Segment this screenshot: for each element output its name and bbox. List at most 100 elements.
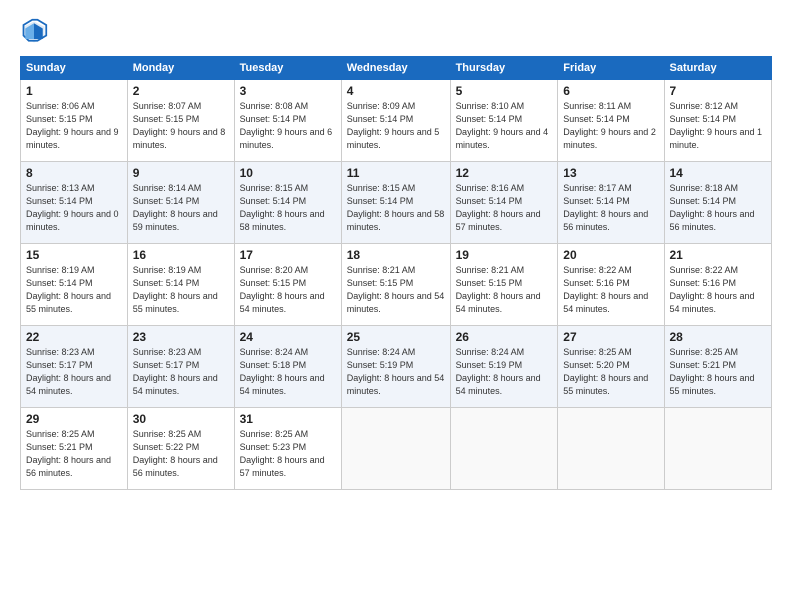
- day-detail: Sunrise: 8:25 AMSunset: 5:22 PMDaylight:…: [133, 428, 229, 480]
- day-detail: Sunrise: 8:25 AMSunset: 5:20 PMDaylight:…: [563, 346, 658, 398]
- day-number: 4: [347, 84, 445, 98]
- logo-icon: [20, 18, 48, 46]
- calendar-cell: 16 Sunrise: 8:19 AMSunset: 5:14 PMDayligh…: [127, 244, 234, 326]
- day-detail: Sunrise: 8:25 AMSunset: 5:23 PMDaylight:…: [240, 428, 336, 480]
- page: SundayMondayTuesdayWednesdayThursdayFrid…: [0, 0, 792, 612]
- day-detail: Sunrise: 8:15 AMSunset: 5:14 PMDaylight:…: [240, 182, 336, 234]
- day-detail: Sunrise: 8:21 AMSunset: 5:15 PMDaylight:…: [456, 264, 553, 316]
- calendar-cell: [664, 408, 772, 490]
- day-detail: Sunrise: 8:24 AMSunset: 5:19 PMDaylight:…: [347, 346, 445, 398]
- weekday-header-sunday: Sunday: [21, 57, 128, 80]
- week-row-2: 8 Sunrise: 8:13 AMSunset: 5:14 PMDaylight…: [21, 162, 772, 244]
- day-number: 15: [26, 248, 122, 262]
- calendar-cell: [341, 408, 450, 490]
- day-detail: Sunrise: 8:23 AMSunset: 5:17 PMDaylight:…: [26, 346, 122, 398]
- calendar-cell: [558, 408, 664, 490]
- day-detail: Sunrise: 8:22 AMSunset: 5:16 PMDaylight:…: [670, 264, 767, 316]
- calendar-cell: 1 Sunrise: 8:06 AMSunset: 5:15 PMDaylight…: [21, 80, 128, 162]
- day-detail: Sunrise: 8:10 AMSunset: 5:14 PMDaylight:…: [456, 100, 553, 152]
- day-number: 20: [563, 248, 658, 262]
- day-number: 11: [347, 166, 445, 180]
- day-detail: Sunrise: 8:25 AMSunset: 5:21 PMDaylight:…: [26, 428, 122, 480]
- calendar-cell: 3 Sunrise: 8:08 AMSunset: 5:14 PMDaylight…: [234, 80, 341, 162]
- calendar-cell: 30 Sunrise: 8:25 AMSunset: 5:22 PMDayligh…: [127, 408, 234, 490]
- day-number: 26: [456, 330, 553, 344]
- weekday-header-friday: Friday: [558, 57, 664, 80]
- day-detail: Sunrise: 8:08 AMSunset: 5:14 PMDaylight:…: [240, 100, 336, 152]
- day-number: 14: [670, 166, 767, 180]
- weekday-header-row: SundayMondayTuesdayWednesdayThursdayFrid…: [21, 57, 772, 80]
- calendar-cell: 7 Sunrise: 8:12 AMSunset: 5:14 PMDaylight…: [664, 80, 772, 162]
- day-detail: Sunrise: 8:11 AMSunset: 5:14 PMDaylight:…: [563, 100, 658, 152]
- day-detail: Sunrise: 8:14 AMSunset: 5:14 PMDaylight:…: [133, 182, 229, 234]
- calendar-cell: 8 Sunrise: 8:13 AMSunset: 5:14 PMDaylight…: [21, 162, 128, 244]
- day-number: 19: [456, 248, 553, 262]
- day-number: 23: [133, 330, 229, 344]
- weekday-header-monday: Monday: [127, 57, 234, 80]
- weekday-header-thursday: Thursday: [450, 57, 558, 80]
- day-number: 6: [563, 84, 658, 98]
- calendar-cell: 9 Sunrise: 8:14 AMSunset: 5:14 PMDaylight…: [127, 162, 234, 244]
- calendar-cell: 31Sunrise: 8:25 AMSunset: 5:23 PMDayligh…: [234, 408, 341, 490]
- week-row-5: 29Sunrise: 8:25 AMSunset: 5:21 PMDayligh…: [21, 408, 772, 490]
- day-detail: Sunrise: 8:07 AMSunset: 5:15 PMDaylight:…: [133, 100, 229, 152]
- day-number: 8: [26, 166, 122, 180]
- day-detail: Sunrise: 8:20 AMSunset: 5:15 PMDaylight:…: [240, 264, 336, 316]
- day-number: 25: [347, 330, 445, 344]
- weekday-header-wednesday: Wednesday: [341, 57, 450, 80]
- weekday-header-saturday: Saturday: [664, 57, 772, 80]
- week-row-4: 22 Sunrise: 8:23 AMSunset: 5:17 PMDayligh…: [21, 326, 772, 408]
- calendar-cell: 14 Sunrise: 8:18 AMSunset: 5:14 PMDayligh…: [664, 162, 772, 244]
- logo: [20, 18, 52, 46]
- day-detail: Sunrise: 8:12 AMSunset: 5:14 PMDaylight:…: [670, 100, 767, 152]
- calendar-cell: 29Sunrise: 8:25 AMSunset: 5:21 PMDayligh…: [21, 408, 128, 490]
- calendar-cell: 26 Sunrise: 8:24 AMSunset: 5:19 PMDayligh…: [450, 326, 558, 408]
- day-detail: Sunrise: 8:23 AMSunset: 5:17 PMDaylight:…: [133, 346, 229, 398]
- day-detail: Sunrise: 8:24 AMSunset: 5:19 PMDaylight:…: [456, 346, 553, 398]
- day-number: 7: [670, 84, 767, 98]
- calendar-cell: 23 Sunrise: 8:23 AMSunset: 5:17 PMDayligh…: [127, 326, 234, 408]
- day-number: 2: [133, 84, 229, 98]
- day-number: 27: [563, 330, 658, 344]
- day-detail: Sunrise: 8:19 AMSunset: 5:14 PMDaylight:…: [133, 264, 229, 316]
- day-number: 30: [133, 412, 229, 426]
- day-number: 24: [240, 330, 336, 344]
- weekday-header-tuesday: Tuesday: [234, 57, 341, 80]
- day-detail: Sunrise: 8:25 AMSunset: 5:21 PMDaylight:…: [670, 346, 767, 398]
- calendar-cell: 11 Sunrise: 8:15 AMSunset: 5:14 PMDayligh…: [341, 162, 450, 244]
- day-number: 18: [347, 248, 445, 262]
- day-number: 12: [456, 166, 553, 180]
- calendar-cell: 20 Sunrise: 8:22 AMSunset: 5:16 PMDayligh…: [558, 244, 664, 326]
- day-number: 9: [133, 166, 229, 180]
- day-detail: Sunrise: 8:21 AMSunset: 5:15 PMDaylight:…: [347, 264, 445, 316]
- calendar-cell: 28Sunrise: 8:25 AMSunset: 5:21 PMDayligh…: [664, 326, 772, 408]
- day-detail: Sunrise: 8:13 AMSunset: 5:14 PMDaylight:…: [26, 182, 122, 234]
- calendar-cell: 2 Sunrise: 8:07 AMSunset: 5:15 PMDaylight…: [127, 80, 234, 162]
- day-number: 16: [133, 248, 229, 262]
- day-detail: Sunrise: 8:18 AMSunset: 5:14 PMDaylight:…: [670, 182, 767, 234]
- calendar-cell: 21Sunrise: 8:22 AMSunset: 5:16 PMDayligh…: [664, 244, 772, 326]
- day-number: 10: [240, 166, 336, 180]
- day-number: 17: [240, 248, 336, 262]
- day-number: 3: [240, 84, 336, 98]
- calendar-cell: 22 Sunrise: 8:23 AMSunset: 5:17 PMDayligh…: [21, 326, 128, 408]
- calendar-table: SundayMondayTuesdayWednesdayThursdayFrid…: [20, 56, 772, 490]
- day-detail: Sunrise: 8:15 AMSunset: 5:14 PMDaylight:…: [347, 182, 445, 234]
- day-number: 22: [26, 330, 122, 344]
- calendar-cell: 6 Sunrise: 8:11 AMSunset: 5:14 PMDaylight…: [558, 80, 664, 162]
- day-detail: Sunrise: 8:17 AMSunset: 5:14 PMDaylight:…: [563, 182, 658, 234]
- calendar-cell: [450, 408, 558, 490]
- calendar-cell: 27 Sunrise: 8:25 AMSunset: 5:20 PMDayligh…: [558, 326, 664, 408]
- calendar-cell: 25 Sunrise: 8:24 AMSunset: 5:19 PMDayligh…: [341, 326, 450, 408]
- calendar-cell: 13Sunrise: 8:17 AMSunset: 5:14 PMDayligh…: [558, 162, 664, 244]
- day-detail: Sunrise: 8:06 AMSunset: 5:15 PMDaylight:…: [26, 100, 122, 152]
- calendar-cell: 12Sunrise: 8:16 AMSunset: 5:14 PMDayligh…: [450, 162, 558, 244]
- calendar-cell: 19 Sunrise: 8:21 AMSunset: 5:15 PMDayligh…: [450, 244, 558, 326]
- week-row-3: 15 Sunrise: 8:19 AMSunset: 5:14 PMDayligh…: [21, 244, 772, 326]
- day-detail: Sunrise: 8:22 AMSunset: 5:16 PMDaylight:…: [563, 264, 658, 316]
- header: [20, 18, 772, 46]
- day-number: 1: [26, 84, 122, 98]
- calendar-cell: 4Sunrise: 8:09 AMSunset: 5:14 PMDaylight…: [341, 80, 450, 162]
- week-row-1: 1 Sunrise: 8:06 AMSunset: 5:15 PMDaylight…: [21, 80, 772, 162]
- day-detail: Sunrise: 8:19 AMSunset: 5:14 PMDaylight:…: [26, 264, 122, 316]
